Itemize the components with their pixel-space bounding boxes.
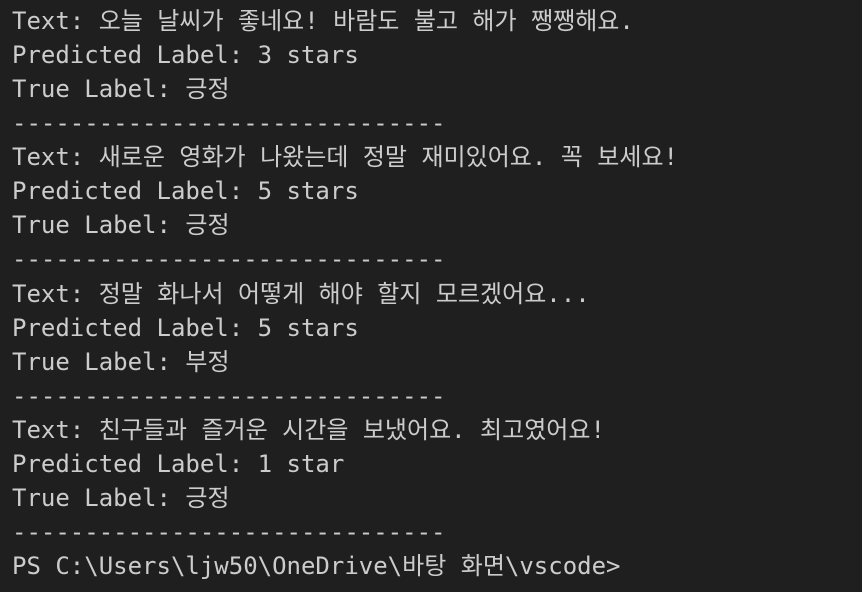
output-predicted-label: Predicted Label: 1 star <box>12 450 345 478</box>
terminal-output[interactable]: Text: 오늘 날씨가 좋네요! 바람도 불고 해가 쨍쨍해요. Predic… <box>0 0 862 592</box>
output-divider: ------------------------------ <box>12 382 446 410</box>
output-true-label: True Label: 긍정 <box>12 484 230 512</box>
output-true-label: True Label: 긍정 <box>12 75 230 103</box>
output-true-label: True Label: 긍정 <box>12 211 230 239</box>
output-text-line: Text: 친구들과 즐거운 시간을 보냈어요. 최고였어요! <box>12 416 605 444</box>
output-divider: ------------------------------ <box>12 245 446 273</box>
output-predicted-label: Predicted Label: 5 stars <box>12 314 359 342</box>
output-divider: ------------------------------ <box>12 109 446 137</box>
output-true-label: True Label: 부정 <box>12 348 230 376</box>
output-text-line: Text: 새로운 영화가 나왔는데 정말 재미있어요. 꼭 보세요! <box>12 143 678 171</box>
shell-prompt[interactable]: PS C:\Users\ljw50\OneDrive\바탕 화면\vscode> <box>12 549 621 583</box>
output-text-line: Text: 정말 화나서 어떻게 해야 할지 모르겠어요... <box>12 280 590 308</box>
output-predicted-label: Predicted Label: 5 stars <box>12 177 359 205</box>
output-text-line: Text: 오늘 날씨가 좋네요! 바람도 불고 해가 쨍쨍해요. <box>12 7 634 35</box>
output-divider: ------------------------------ <box>12 518 446 546</box>
output-predicted-label: Predicted Label: 3 stars <box>12 41 359 69</box>
